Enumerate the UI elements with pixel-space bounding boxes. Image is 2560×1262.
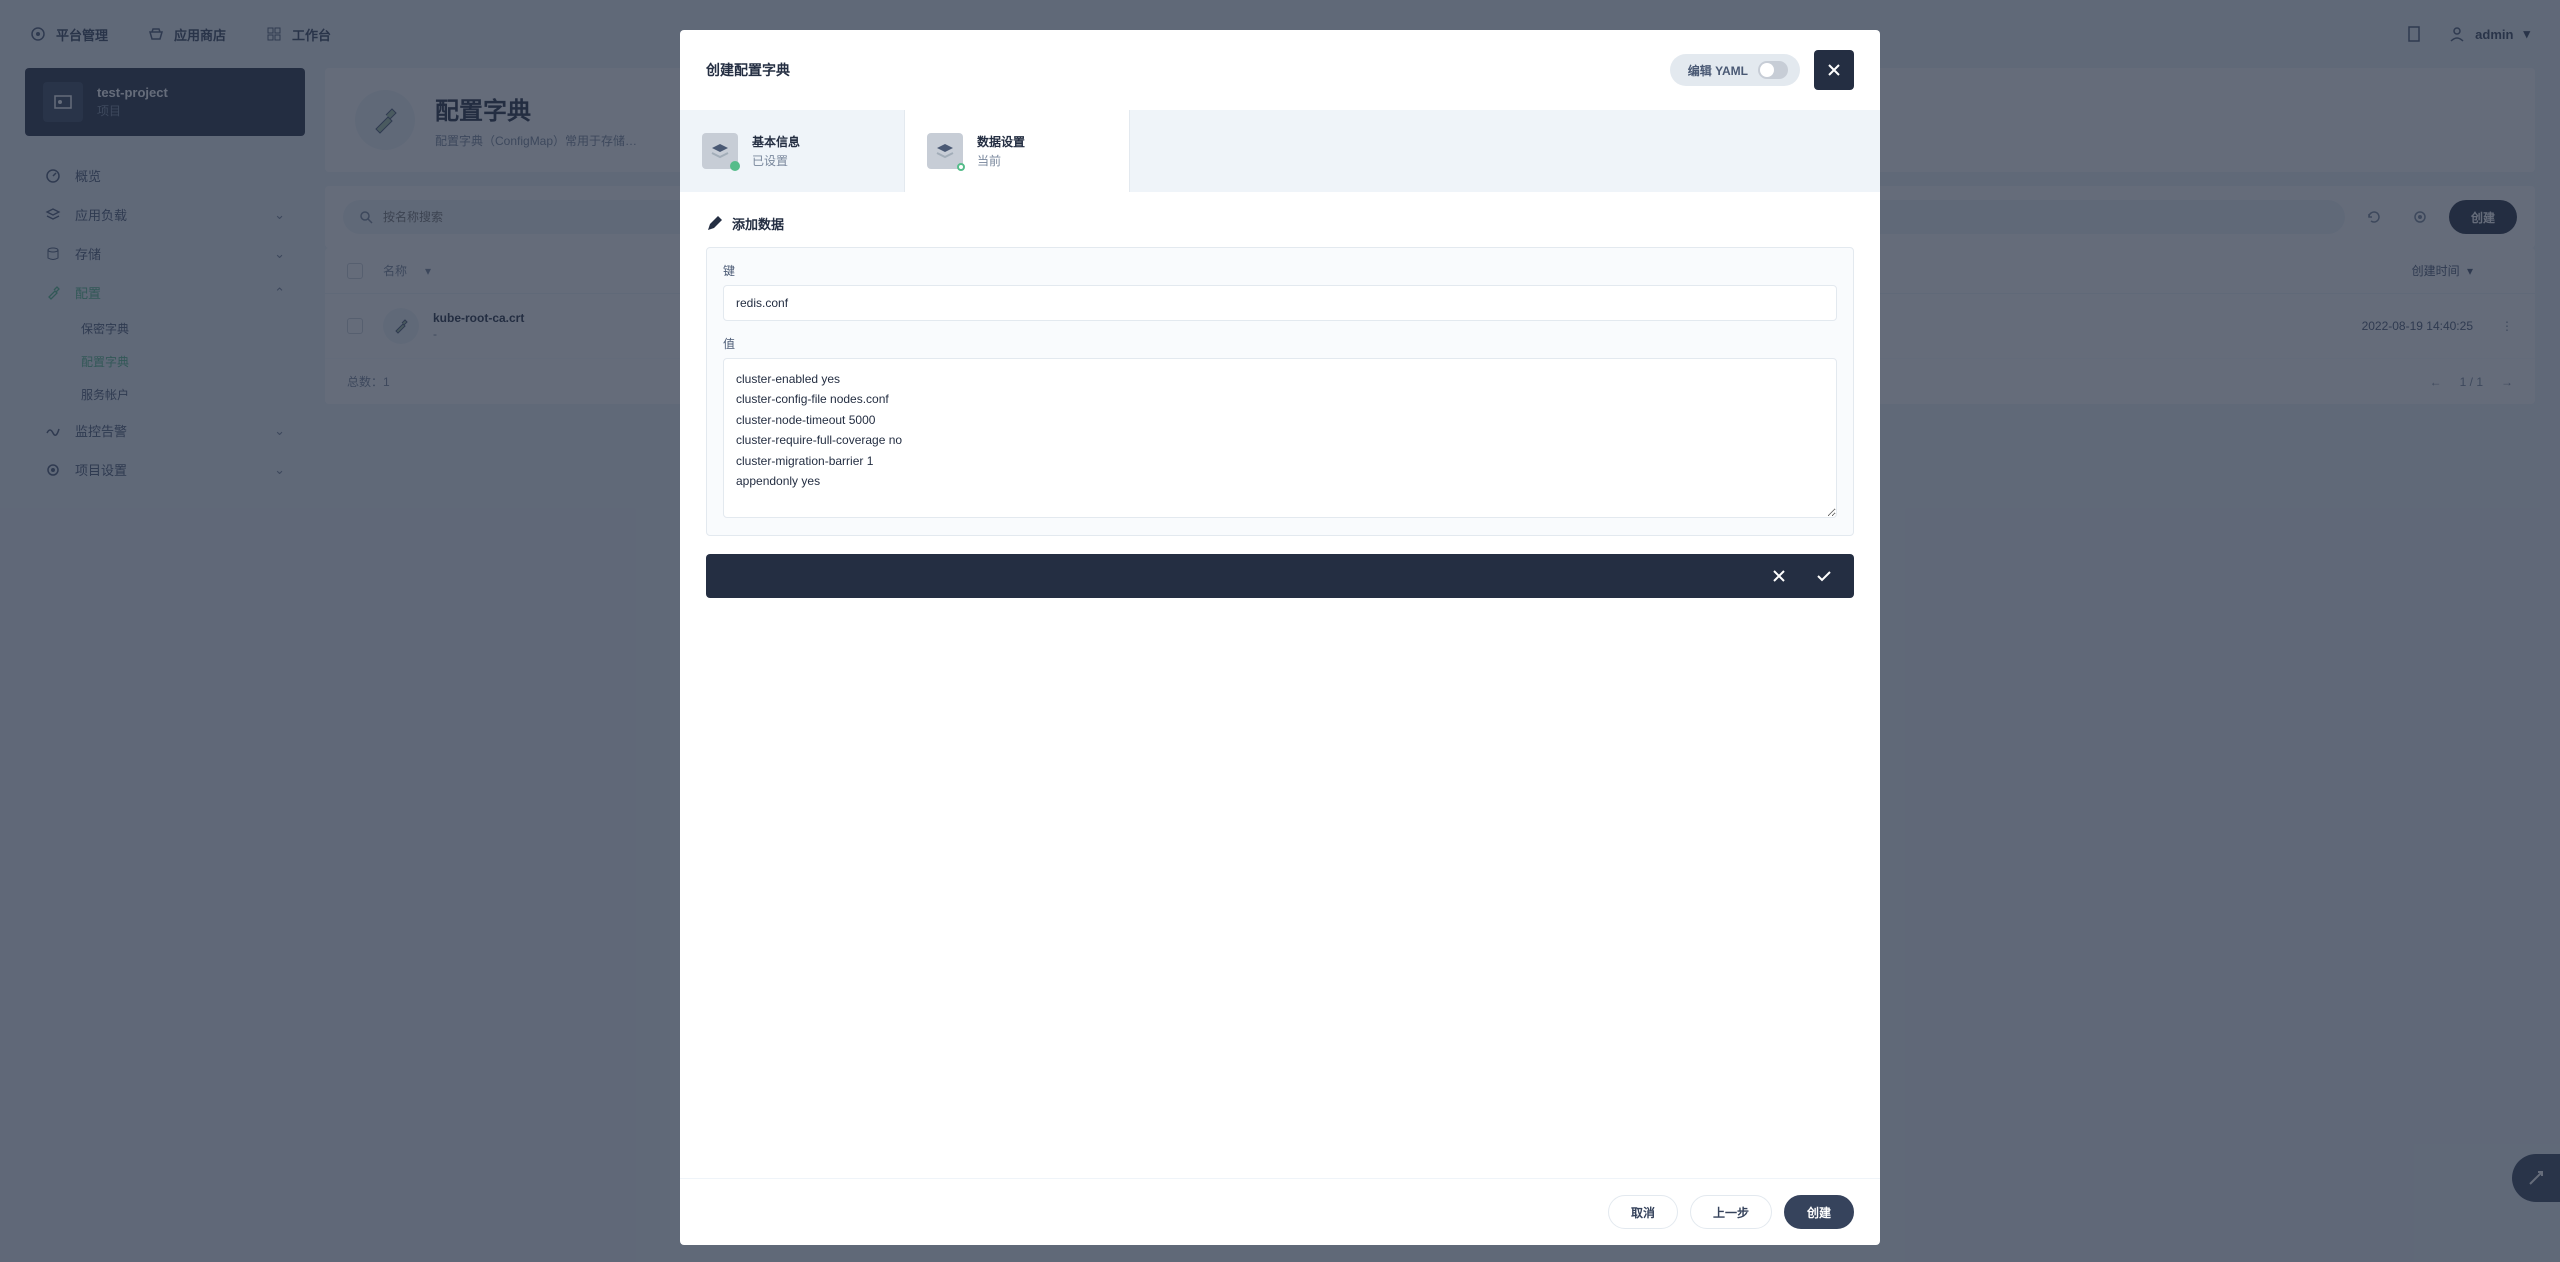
modal-overlay: 创建配置字典 编辑 YAML 基本信息 已设置: [0, 0, 2560, 1262]
modal-close-button[interactable]: [1814, 50, 1854, 90]
pen-icon: [706, 216, 722, 232]
step-name: 基本信息: [752, 133, 800, 150]
section-title-text: 添加数据: [732, 214, 784, 233]
form-panel: 键 值: [706, 247, 1854, 536]
modal-footer: 取消 上一步 创建: [680, 1178, 1880, 1245]
action-cancel-icon[interactable]: [1772, 569, 1786, 583]
yaml-toggle[interactable]: 编辑 YAML: [1670, 54, 1800, 86]
step-status: 已设置: [752, 152, 800, 169]
layers-icon: [702, 133, 738, 169]
cancel-button[interactable]: 取消: [1608, 1195, 1678, 1229]
yaml-label: 编辑 YAML: [1688, 62, 1748, 79]
modal-steps: 基本信息 已设置 数据设置 当前: [680, 110, 1880, 192]
modal-title: 创建配置字典: [706, 60, 790, 80]
action-confirm-icon[interactable]: [1816, 569, 1832, 583]
step-status: 当前: [977, 152, 1025, 169]
value-textarea[interactable]: [723, 358, 1837, 518]
modal-body: 添加数据 键 值: [680, 192, 1880, 1178]
switch-icon: [1758, 61, 1788, 79]
section-title: 添加数据: [706, 214, 1854, 233]
create-button[interactable]: 创建: [1784, 1195, 1854, 1229]
action-bar: [706, 554, 1854, 598]
value-label: 值: [723, 335, 1837, 352]
key-label: 键: [723, 262, 1837, 279]
key-input[interactable]: [723, 285, 1837, 321]
layers-icon: [927, 133, 963, 169]
modal: 创建配置字典 编辑 YAML 基本信息 已设置: [680, 30, 1880, 1245]
modal-header: 创建配置字典 编辑 YAML: [680, 30, 1880, 110]
step-data[interactable]: 数据设置 当前: [905, 110, 1130, 192]
step-name: 数据设置: [977, 133, 1025, 150]
step-basic[interactable]: 基本信息 已设置: [680, 110, 905, 192]
prev-button[interactable]: 上一步: [1690, 1195, 1772, 1229]
